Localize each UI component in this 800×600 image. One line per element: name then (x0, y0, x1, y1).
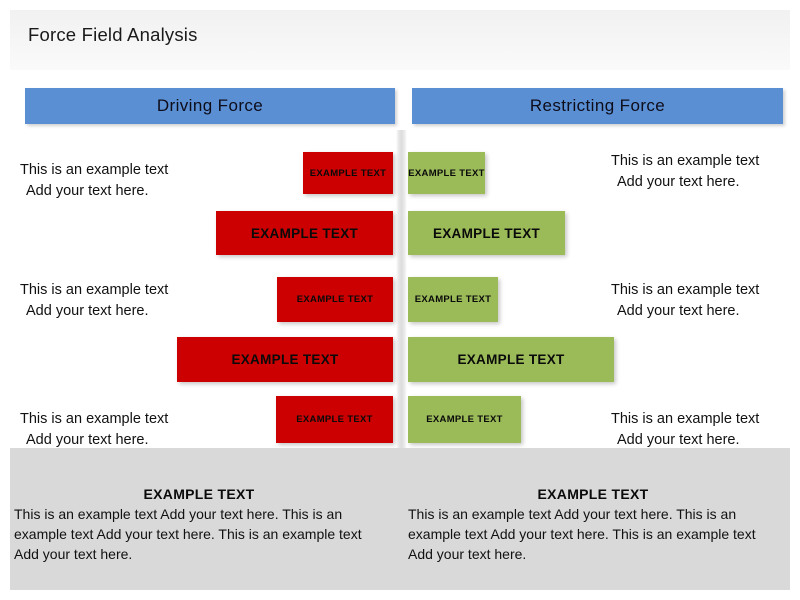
restricting-force-bar-5-label: EXAMPLE TEXT (426, 414, 503, 425)
driving-description-2-line1: This is an example text (20, 282, 169, 298)
driving-force-bar-5-label: EXAMPLE TEXT (296, 414, 373, 425)
driving-force-header[interactable]: Driving Force (25, 88, 395, 124)
restricting-description-1-line2: Add your text here. (617, 174, 740, 191)
restricting-force-header-label: Restricting Force (529, 96, 666, 115)
restricting-force-bar-4-label: EXAMPLE TEXT (457, 352, 565, 367)
center-divider (396, 130, 407, 448)
driving-force-bar-4-label: EXAMPLE TEXT (231, 352, 339, 367)
driving-force-bar-5[interactable]: EXAMPLE TEXT (276, 396, 393, 443)
restricting-force-bar-2[interactable]: EXAMPLE TEXT (408, 211, 565, 255)
driving-description-3-line1: This is an example text (20, 411, 169, 427)
restricting-description-2-line2: Add your text here. (617, 303, 740, 320)
restricting-description-3-line1: This is an example text (611, 411, 760, 427)
driving-force-header-label: Driving Force (156, 96, 264, 115)
driving-description-2: This is an example text Add your text he… (20, 280, 168, 322)
restricting-force-bar-3-label: EXAMPLE TEXT (414, 294, 492, 305)
restricting-description-2-line1: This is an example text (611, 282, 760, 298)
driving-force-bar-1[interactable]: EXAMPLE TEXT (303, 152, 393, 194)
footer-column-left: EXAMPLE TEXT This is an example text Add… (14, 486, 384, 565)
restricting-force-bar-3[interactable]: EXAMPLE TEXT (408, 277, 498, 322)
restricting-force-bar-4[interactable]: EXAMPLE TEXT (408, 337, 614, 382)
driving-description-2-line2: Add your text here. (26, 303, 149, 320)
driving-force-bar-1-label: EXAMPLE TEXT (309, 167, 387, 179)
driving-description-3: This is an example text Add your text he… (20, 409, 168, 451)
restricting-force-bar-1-label: EXAMPLE TEXT (408, 167, 485, 179)
footer-right-heading: EXAMPLE TEXT (537, 486, 649, 502)
restricting-description-3: This is an example text Add your text he… (611, 409, 759, 451)
page-title: Force Field Analysis (28, 24, 198, 45)
driving-description-1: This is an example text Add your text he… (20, 160, 168, 202)
restricting-force-header[interactable]: Restricting Force (412, 88, 783, 124)
restricting-description-1: This is an example text Add your text he… (611, 151, 759, 193)
driving-force-bar-2-label: EXAMPLE TEXT (250, 225, 359, 241)
restricting-description-2: This is an example text Add your text he… (611, 280, 759, 322)
footer-right-body: This is an example text Add your text he… (408, 506, 756, 562)
driving-force-bar-3[interactable]: EXAMPLE TEXT (277, 277, 393, 322)
footer-left-heading: EXAMPLE TEXT (143, 486, 255, 502)
driving-description-1-line1: This is an example text (20, 162, 169, 178)
driving-force-bar-4[interactable]: EXAMPLE TEXT (177, 337, 393, 382)
driving-force-bar-3-label: EXAMPLE TEXT (296, 294, 374, 305)
restricting-force-bar-5[interactable]: EXAMPLE TEXT (408, 396, 521, 443)
restricting-force-bar-1[interactable]: EXAMPLE TEXT (408, 152, 485, 194)
force-field-analysis-slide: Force Field Analysis Driving Force Restr… (0, 0, 800, 600)
restricting-force-bar-2-label: EXAMPLE TEXT (432, 225, 541, 241)
driving-description-1-line2: Add your text here. (26, 183, 149, 200)
restricting-description-1-line1: This is an example text (611, 153, 760, 169)
footer-left-body: This is an example text Add your text he… (14, 506, 362, 562)
footer-column-right: EXAMPLE TEXT This is an example text Add… (408, 486, 778, 565)
driving-force-bar-2[interactable]: EXAMPLE TEXT (216, 211, 393, 255)
